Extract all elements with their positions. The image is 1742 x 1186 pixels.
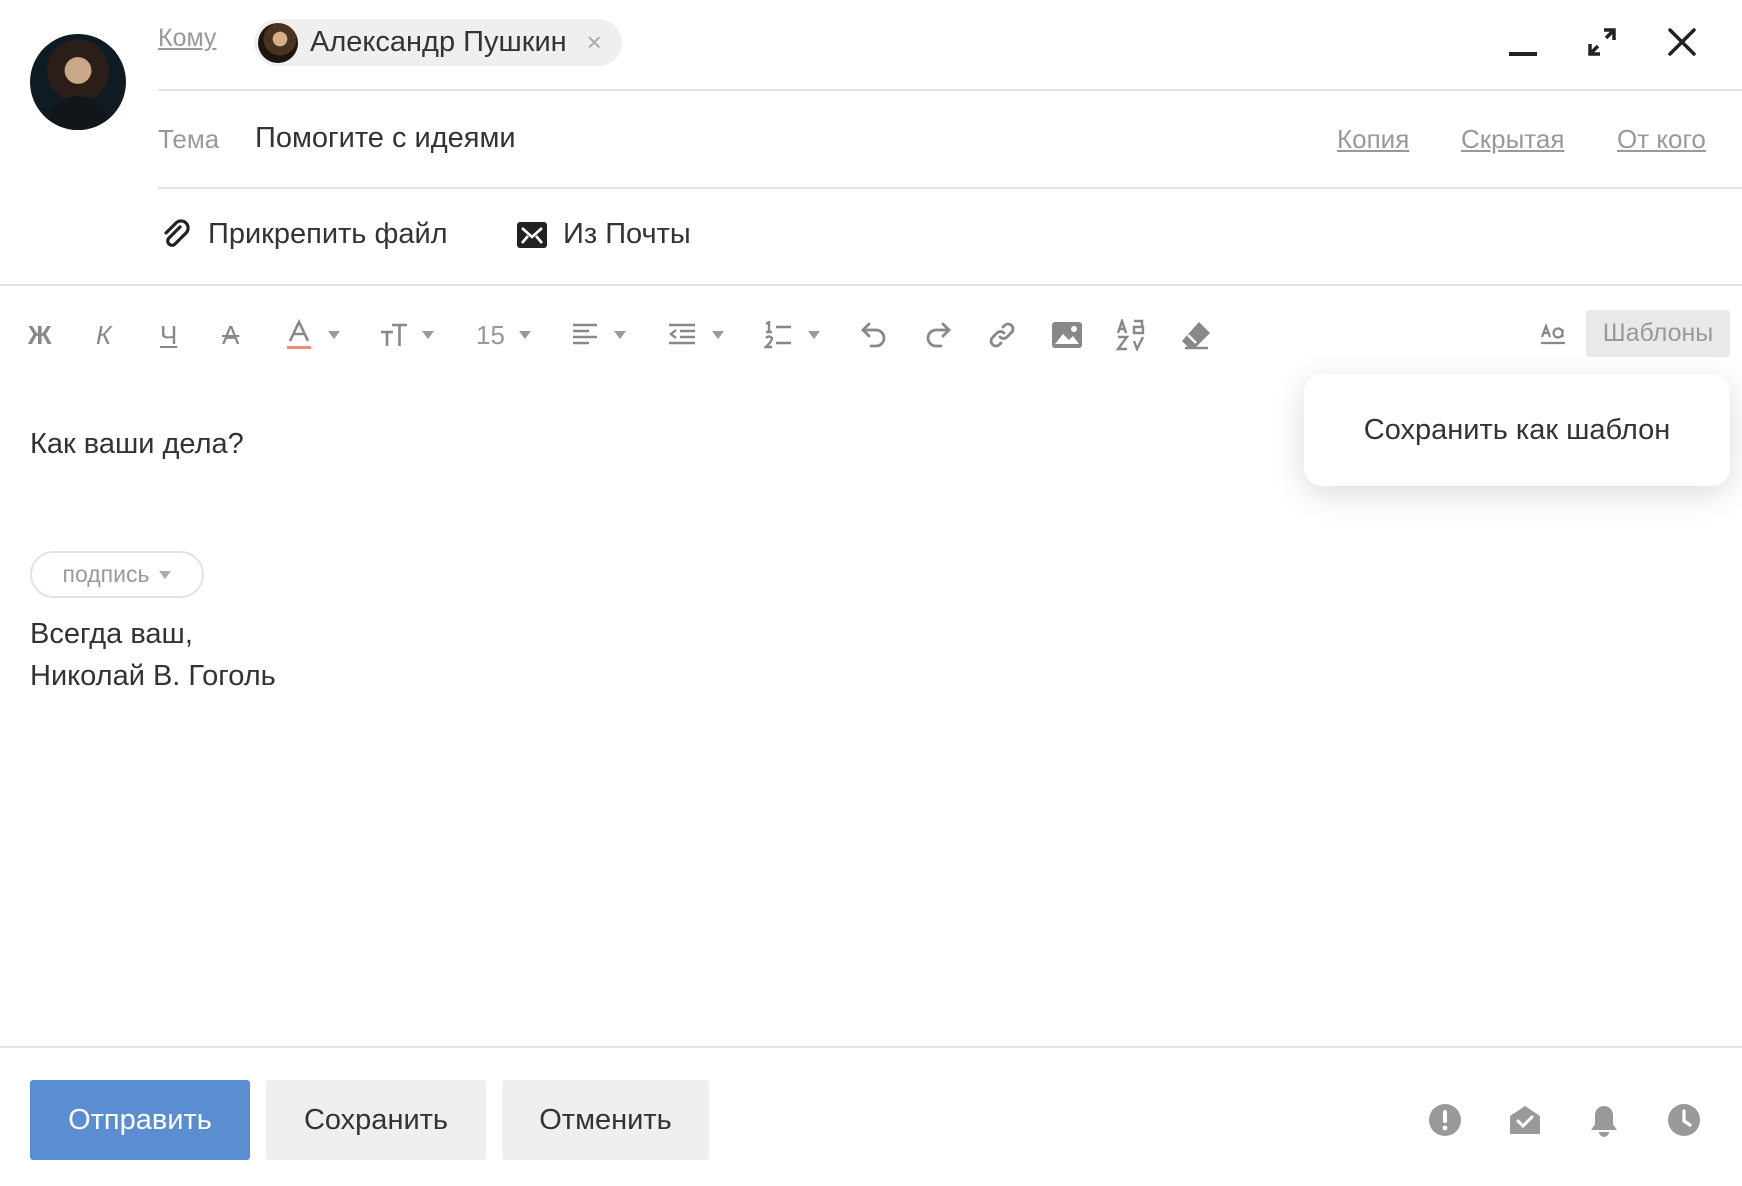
recipient-chip[interactable]: Александр Пушкин ×: [254, 19, 622, 66]
expand-icon: [1588, 28, 1616, 56]
image-icon: [1052, 322, 1082, 348]
exclamation-icon: [1429, 1104, 1461, 1136]
italic-button[interactable]: К: [96, 314, 111, 356]
signature-icon: [1540, 323, 1565, 345]
font-size-value: 15: [476, 319, 505, 350]
font-style-button[interactable]: [380, 314, 434, 356]
subject-input[interactable]: Помогите с идеями: [255, 122, 516, 155]
chevron-down-icon: [712, 331, 724, 339]
list-button[interactable]: [764, 314, 820, 356]
numbered-list-icon: [764, 321, 791, 349]
undo-icon: [861, 322, 886, 348]
underline-button[interactable]: Ч: [160, 314, 177, 356]
to-label[interactable]: Кому: [158, 24, 216, 53]
sender-avatar[interactable]: [30, 34, 126, 130]
close-icon: [1668, 28, 1696, 56]
bell-icon: [1591, 1106, 1617, 1137]
schedule-send-button[interactable]: [1664, 1100, 1704, 1140]
link-button[interactable]: [988, 314, 1016, 356]
signature-line: Николай В. Гоголь: [30, 660, 276, 692]
cc-link[interactable]: Копия: [1337, 124, 1409, 155]
italic-icon: К: [96, 319, 112, 350]
chevron-down-icon: [808, 331, 820, 339]
divider: [158, 187, 1742, 189]
attach-file-button[interactable]: Прикрепить файл: [160, 218, 448, 251]
from-link[interactable]: От кого: [1617, 124, 1706, 155]
cancel-button[interactable]: Отменить: [502, 1080, 709, 1160]
subject-label: Тема: [158, 124, 220, 154]
importance-button[interactable]: [1425, 1100, 1465, 1140]
signature-label: подпись: [62, 561, 150, 587]
minimize-icon: [1509, 52, 1537, 56]
expand-button[interactable]: [1582, 22, 1622, 62]
divider: [0, 284, 1742, 286]
chevron-down-icon: [159, 570, 172, 579]
send-button[interactable]: Отправить: [30, 1080, 250, 1160]
divider: [0, 1046, 1742, 1048]
chevron-down-icon: [328, 331, 340, 339]
translit-button[interactable]: [1116, 314, 1146, 356]
read-receipt-button[interactable]: [1505, 1100, 1545, 1140]
link-icon: [989, 322, 1015, 348]
save-as-template-item[interactable]: Сохранить как шаблон: [1364, 414, 1670, 447]
templates-button[interactable]: Шаблоны: [1586, 310, 1730, 357]
from-mail-button[interactable]: Из Почты: [517, 218, 691, 251]
eraser-icon: [1182, 322, 1210, 350]
clock-icon: [1668, 1104, 1700, 1136]
save-button[interactable]: Сохранить: [266, 1080, 486, 1160]
minimize-button[interactable]: [1503, 22, 1543, 62]
font-style-icon: [381, 323, 407, 346]
text-color-button[interactable]: [286, 314, 340, 356]
envelope-check-icon: [1510, 1106, 1540, 1134]
chevron-down-icon: [422, 331, 434, 339]
signature-line: Всегда ваш,: [30, 618, 193, 650]
undo-button[interactable]: [860, 314, 888, 356]
paperclip-icon: [164, 218, 190, 247]
recipient-avatar: [258, 22, 298, 63]
text-color-icon: [287, 319, 311, 349]
chevron-down-icon: [614, 331, 626, 339]
insert-image-button[interactable]: [1052, 314, 1082, 356]
strikethrough-button[interactable]: А: [222, 314, 239, 356]
bold-icon: Ж: [28, 319, 52, 350]
clear-format-button[interactable]: [1180, 314, 1212, 356]
align-button[interactable]: [572, 314, 626, 356]
recipient-name: Александр Пушкин: [310, 26, 567, 58]
translit-icon: [1116, 319, 1145, 351]
redo-button[interactable]: [924, 314, 952, 356]
remove-recipient-icon[interactable]: ×: [587, 27, 602, 58]
reminder-button[interactable]: [1584, 1100, 1624, 1140]
chevron-down-icon: [518, 331, 531, 339]
message-body[interactable]: Как ваши дела?: [30, 428, 244, 461]
divider: [158, 89, 1742, 91]
signature-style-button[interactable]: [1540, 314, 1566, 356]
align-left-icon: [573, 323, 597, 345]
templates-dropdown: Сохранить как шаблон: [1304, 374, 1730, 486]
from-mail-label: Из Почты: [563, 218, 691, 250]
underline-icon: Ч: [160, 319, 178, 350]
indent-icon: [669, 323, 695, 345]
indent-button[interactable]: [668, 314, 724, 356]
font-size-dropdown[interactable]: 15: [476, 314, 531, 356]
redo-icon: [926, 322, 951, 348]
attach-file-label: Прикрепить файл: [208, 218, 448, 250]
envelope-icon: [517, 221, 547, 248]
bcc-link[interactable]: Скрытая: [1461, 124, 1564, 155]
close-button[interactable]: [1662, 22, 1702, 62]
strikethrough-icon: А: [222, 319, 240, 350]
bold-button[interactable]: Ж: [28, 314, 52, 356]
signature-dropdown[interactable]: подпись: [30, 551, 204, 598]
